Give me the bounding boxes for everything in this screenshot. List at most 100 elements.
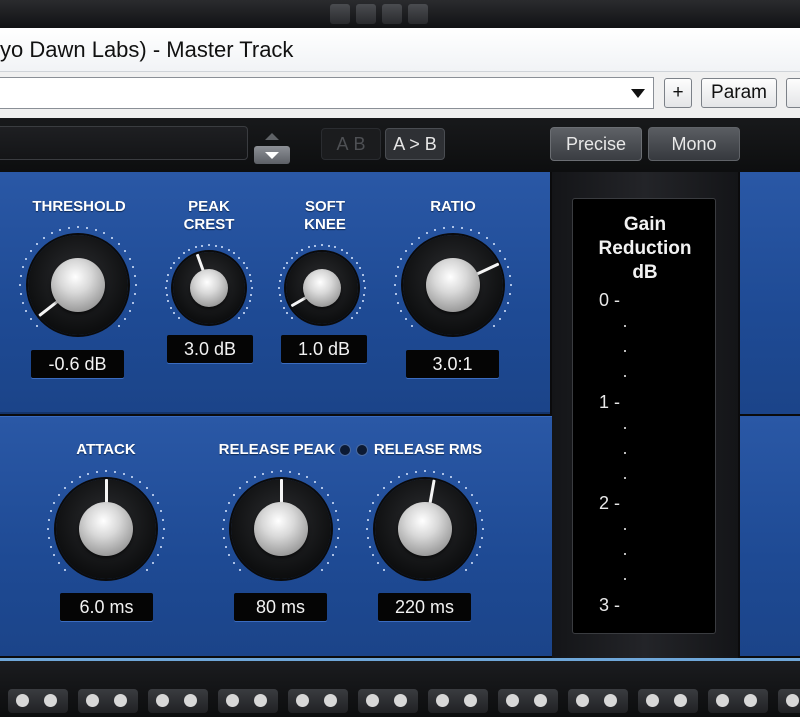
knob-scale-dot: [493, 325, 495, 327]
link-dot-icon: [339, 444, 351, 456]
knob-scale-dot: [510, 284, 512, 286]
threshold-value[interactable]: -0.6 dB: [31, 350, 124, 378]
rack-unit[interactable]: [708, 689, 768, 713]
rack-unit[interactable]: [78, 689, 138, 713]
knob-scale-dot: [167, 300, 170, 303]
knob-scale-dot: [103, 232, 106, 235]
peak-crest-knob[interactable]: [163, 242, 255, 334]
param-button[interactable]: Param: [701, 78, 777, 108]
knob-scale-dot: [278, 280, 281, 283]
knob-scale-dot: [366, 518, 369, 521]
knob-scale-dot: [25, 257, 28, 260]
meter-tick-label: 2 -: [599, 493, 621, 513]
soft-knee-knob[interactable]: [276, 242, 368, 334]
knob-scale-dot: [242, 312, 245, 315]
knob-indicator: [279, 479, 283, 504]
knob-scale-dot: [479, 545, 482, 548]
knob-scale-dot: [53, 554, 56, 557]
more-button[interactable]: [786, 78, 800, 108]
rack-unit[interactable]: [148, 689, 208, 713]
knob-scale-dot: [238, 486, 241, 489]
rack-unit[interactable]: [428, 689, 488, 713]
knob-scale-dot: [478, 232, 481, 235]
release-rms-knob[interactable]: [364, 468, 486, 590]
knob-scale-dot: [394, 293, 397, 296]
knob-scale-dot: [458, 481, 461, 484]
ratio-knob[interactable]: [392, 224, 514, 346]
threshold-knob[interactable]: [17, 224, 139, 346]
mono-button[interactable]: Mono: [648, 127, 740, 161]
knob-scale-dot: [165, 280, 168, 283]
knob-scale-dot: [498, 318, 501, 321]
knob-scale-dot: [307, 246, 310, 249]
knob-scale-dot: [224, 510, 227, 513]
release-peak-value[interactable]: 80 ms: [234, 593, 327, 621]
knob-scale-dot: [135, 284, 137, 286]
plugin-preset-field[interactable]: [0, 126, 248, 160]
knob-scale-dot: [222, 518, 225, 521]
knob-scale-dot: [47, 518, 50, 521]
knob-scale-dot: [406, 472, 409, 475]
knob-scale-dot: [262, 472, 265, 475]
host-tab[interactable]: [356, 4, 376, 24]
knob-scale-dot: [160, 545, 163, 548]
rack-unit[interactable]: [218, 689, 278, 713]
rack-unit[interactable]: [498, 689, 558, 713]
preset-prev-button[interactable]: [254, 127, 290, 145]
ratio-value[interactable]: 3.0:1: [406, 350, 499, 378]
host-tab[interactable]: [382, 4, 402, 24]
rack-unit[interactable]: [288, 689, 348, 713]
knob-scale-dot: [314, 481, 317, 484]
soft-knee-value[interactable]: 1.0 dB: [281, 335, 367, 363]
meter-minor-tick: [624, 350, 626, 352]
knob-scale-dot: [222, 528, 224, 530]
knob-scale-dot: [361, 300, 364, 303]
knob-scale-dot: [470, 493, 473, 496]
release-peak-knob[interactable]: [220, 468, 342, 590]
knob-scale-dot: [335, 545, 338, 548]
rack-unit[interactable]: [8, 689, 68, 713]
right-section-top: [740, 172, 800, 414]
host-tab[interactable]: [330, 4, 350, 24]
knob-scale-dot: [327, 244, 330, 247]
attack-knob[interactable]: [45, 468, 167, 590]
peak-crest-value[interactable]: 3.0 dB: [167, 335, 253, 363]
preset-dropdown[interactable]: [0, 77, 654, 109]
knob-scale-dot: [35, 325, 38, 327]
knob-scale-dot: [366, 528, 368, 530]
knob-scale-dot: [351, 317, 354, 320]
chevron-down-icon[interactable]: [631, 89, 645, 98]
preset-next-button[interactable]: [254, 146, 290, 164]
rack-unit[interactable]: [358, 689, 418, 713]
knob-scale-dot: [394, 284, 396, 286]
knob-scale-dot: [118, 325, 120, 327]
rack-unit[interactable]: [638, 689, 698, 713]
knob-scale-dot: [67, 226, 70, 229]
knob-scale-dot: [405, 249, 408, 252]
knob-scale-dot: [177, 256, 180, 259]
knob-scale-dot: [165, 287, 167, 289]
release-link-toggle[interactable]: [339, 444, 371, 456]
knob-scale-dot: [270, 470, 273, 473]
ab-copy-button[interactable]: A > B: [385, 128, 445, 160]
host-tab[interactable]: [408, 4, 428, 24]
knob-scale-dot: [173, 312, 176, 315]
attack-value[interactable]: 6.0 ms: [60, 593, 153, 621]
knob-scale-dot: [301, 248, 304, 251]
knob-scale-dot: [361, 273, 364, 276]
meter-title-line: dB: [632, 262, 658, 283]
knob-scale-dot: [59, 228, 62, 231]
arrow-down-icon: [265, 151, 279, 159]
rack-unit[interactable]: [568, 689, 628, 713]
precise-button[interactable]: Precise: [550, 127, 642, 161]
rack-unit[interactable]: [778, 689, 800, 713]
knob-scale-dot: [368, 545, 371, 548]
meter-tick-label: 0 -: [599, 290, 621, 310]
meter-title: Gain Reduction dB: [573, 213, 717, 285]
ab-toggle-button[interactable]: A B: [321, 128, 381, 160]
knob-scale-dot: [78, 476, 81, 479]
release-rms-value[interactable]: 220 ms: [378, 593, 471, 621]
knob-scale-dot: [70, 481, 73, 484]
knob-scale-dot: [289, 470, 292, 473]
add-preset-button[interactable]: +: [664, 78, 692, 108]
